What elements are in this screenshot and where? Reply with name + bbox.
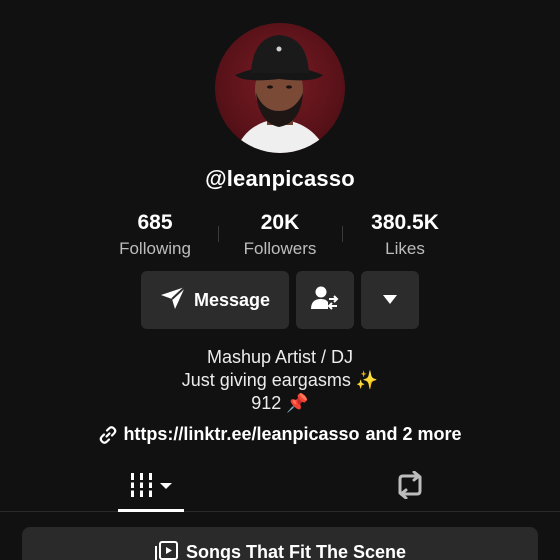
- songs-section-button[interactable]: Songs That Fit The Scene: [22, 527, 538, 560]
- repost-icon: [394, 470, 426, 504]
- active-tab-indicator: [118, 509, 184, 512]
- stat-label: Following: [119, 239, 191, 258]
- message-button[interactable]: Message: [141, 271, 289, 329]
- stat-value: 380.5K: [371, 211, 439, 234]
- stat-value: 20K: [260, 211, 300, 234]
- link-more[interactable]: and 2 more: [366, 424, 462, 445]
- tab-reposts[interactable]: [380, 462, 440, 512]
- songs-section-label: Songs That Fit The Scene: [185, 541, 407, 560]
- stat-following[interactable]: 685 Following: [90, 210, 220, 262]
- playlist-icon: [154, 541, 178, 560]
- profile-avatar[interactable]: [215, 23, 345, 153]
- bio-line: 912 📌: [251, 393, 309, 413]
- stat-likes[interactable]: 380.5K Likes: [340, 210, 470, 262]
- follow-back-button[interactable]: [296, 271, 354, 329]
- caret-down-icon: [383, 291, 397, 309]
- stat-followers[interactable]: 20K Followers: [215, 210, 345, 262]
- message-button-label: Message: [193, 289, 271, 310]
- grid-icon: [129, 472, 173, 503]
- profile-stats: 685 Following 20K Followers 380.5K Likes: [0, 210, 560, 266]
- profile-username: @leanpicasso: [205, 166, 355, 191]
- bio-line: Mashup Artist / DJ: [206, 347, 354, 367]
- link-icon: [98, 425, 118, 445]
- bio-line: Just giving eargasms ✨: [181, 370, 379, 390]
- profile-tabs: [0, 462, 560, 512]
- stat-label: Likes: [385, 239, 425, 258]
- tab-videos[interactable]: [118, 462, 184, 512]
- more-options-button[interactable]: [361, 271, 419, 329]
- stat-value: 685: [137, 211, 173, 234]
- friend-swap-icon: [311, 285, 339, 316]
- profile-bio: Mashup Artist / DJ Just giving eargasms …: [0, 346, 560, 415]
- send-icon: [160, 285, 186, 315]
- profile-link[interactable]: https://linktr.ee/leanpicasso and 2 more: [0, 424, 560, 445]
- avatar-image: [235, 35, 327, 153]
- stat-label: Followers: [243, 239, 317, 258]
- profile-actions: Message: [0, 271, 560, 329]
- link-url[interactable]: https://linktr.ee/leanpicasso: [123, 424, 359, 445]
